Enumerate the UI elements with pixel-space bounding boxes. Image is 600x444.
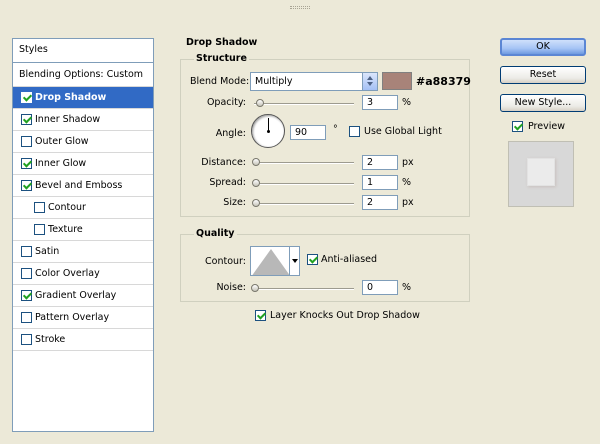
style-checkbox[interactable]	[21, 136, 32, 147]
opacity-label: Opacity:	[206, 97, 246, 108]
noise-label: Noise:	[216, 282, 246, 293]
angle-center	[267, 130, 270, 133]
layer-knocks-out-label: Layer Knocks Out Drop Shadow	[270, 310, 420, 321]
style-item-label: Contour	[48, 202, 86, 213]
style-checkbox[interactable]	[21, 334, 32, 345]
contour-dropdown-button[interactable]	[290, 246, 300, 276]
style-checkbox[interactable]	[21, 180, 32, 191]
style-item-label: Pattern Overlay	[35, 312, 110, 323]
spread-slider[interactable]	[252, 179, 354, 187]
opacity-input[interactable]: 3	[362, 95, 398, 110]
style-checkbox[interactable]	[21, 158, 32, 169]
style-item-drop-shadow[interactable]: Drop Shadow	[13, 87, 153, 109]
size-slider[interactable]	[252, 199, 354, 207]
anti-aliased-checkbox[interactable]	[307, 254, 318, 265]
noise-slider[interactable]	[251, 284, 354, 292]
preview-checkbox[interactable]	[512, 121, 523, 132]
spread-slider-thumb[interactable]	[252, 179, 260, 187]
style-preview-thumbnail	[508, 141, 574, 207]
style-checkbox[interactable]	[34, 224, 45, 235]
distance-slider[interactable]	[252, 158, 354, 166]
spread-unit: %	[402, 177, 412, 188]
style-item-contour[interactable]: Contour	[13, 197, 153, 219]
quality-title: Quality	[194, 228, 237, 239]
style-checkbox[interactable]	[21, 92, 32, 103]
style-item-label: Color Overlay	[35, 268, 100, 279]
contour-preview[interactable]	[250, 246, 290, 276]
use-global-light-label: Use Global Light	[364, 126, 442, 137]
opacity-unit: %	[402, 97, 412, 108]
noise-slider-thumb[interactable]	[251, 284, 259, 292]
style-item-inner-glow[interactable]: Inner Glow	[13, 153, 153, 175]
style-checkbox[interactable]	[21, 114, 32, 125]
spread-input[interactable]: 1	[362, 175, 398, 190]
style-item-color-overlay[interactable]: Color Overlay	[13, 263, 153, 285]
drop-shadow-title: Drop Shadow	[184, 37, 260, 48]
styles-header: Styles	[13, 39, 153, 63]
noise-unit: %	[402, 282, 412, 293]
anti-aliased-label: Anti-aliased	[321, 254, 378, 265]
distance-label: Distance:	[201, 157, 246, 168]
ok-button[interactable]: OK	[500, 38, 586, 56]
size-slider-thumb[interactable]	[252, 199, 260, 207]
style-item-texture[interactable]: Texture	[13, 219, 153, 241]
style-item-outer-glow[interactable]: Outer Glow	[13, 131, 153, 153]
style-item-label: Satin	[35, 246, 60, 257]
style-checkbox[interactable]	[21, 246, 32, 257]
shadow-color-hex: #a88379	[416, 75, 471, 88]
layer-knocks-out-checkbox[interactable]	[255, 310, 266, 321]
use-global-light-checkbox[interactable]	[349, 126, 360, 137]
distance-unit: px	[402, 157, 414, 168]
preview-label: Preview	[528, 121, 565, 132]
style-checkbox[interactable]	[21, 268, 32, 279]
angle-dial[interactable]	[251, 114, 285, 148]
new-style-button[interactable]: New Style...	[500, 94, 586, 112]
structure-title: Structure	[194, 53, 249, 64]
style-item-label: Inner Shadow	[35, 114, 101, 125]
blend-mode-value: Multiply	[255, 76, 293, 87]
angle-unit: °	[333, 124, 338, 135]
blend-mode-label: Blend Mode:	[190, 76, 250, 87]
style-item-pattern-overlay[interactable]: Pattern Overlay	[13, 307, 153, 329]
shadow-color-swatch[interactable]	[382, 72, 412, 90]
style-item-label: Outer Glow	[35, 136, 89, 147]
style-item-gradient-overlay[interactable]: Gradient Overlay	[13, 285, 153, 307]
distance-input[interactable]: 2	[362, 155, 398, 170]
blend-mode-select[interactable]: Multiply	[250, 72, 378, 91]
style-item-label: Inner Glow	[35, 158, 87, 169]
style-preview-swatch	[527, 158, 555, 186]
size-input[interactable]: 2	[362, 195, 398, 210]
contour-label: Contour:	[205, 256, 246, 267]
spread-label: Spread:	[209, 177, 246, 188]
noise-input[interactable]: 0	[362, 280, 398, 295]
style-checkbox[interactable]	[34, 202, 45, 213]
style-item-label: Drop Shadow	[35, 92, 107, 103]
style-item-inner-shadow[interactable]: Inner Shadow	[13, 109, 153, 131]
reset-button[interactable]: Reset	[500, 66, 586, 84]
styles-list: Styles Blending Options: Custom Drop Sha…	[12, 38, 154, 432]
blending-options-item[interactable]: Blending Options: Custom	[13, 63, 153, 87]
title-grip	[290, 6, 310, 9]
style-item-label: Bevel and Emboss	[35, 180, 123, 191]
opacity-slider[interactable]	[254, 99, 354, 107]
style-checkbox[interactable]	[21, 290, 32, 301]
style-item-stroke[interactable]: Stroke	[13, 329, 153, 351]
style-item-satin[interactable]: Satin	[13, 241, 153, 263]
size-unit: px	[402, 197, 414, 208]
style-item-bevel-and-emboss[interactable]: Bevel and Emboss	[13, 175, 153, 197]
style-checkbox[interactable]	[21, 312, 32, 323]
size-label: Size:	[223, 197, 246, 208]
contour-curve-icon	[252, 249, 289, 275]
style-item-label: Texture	[48, 224, 83, 235]
chevron-updown-icon	[362, 73, 377, 90]
angle-label: Angle:	[215, 128, 246, 139]
style-item-label: Stroke	[35, 334, 66, 345]
opacity-slider-thumb[interactable]	[255, 99, 264, 107]
angle-input[interactable]: 90	[290, 125, 326, 140]
style-item-label: Gradient Overlay	[35, 290, 117, 301]
distance-slider-thumb[interactable]	[252, 158, 260, 166]
